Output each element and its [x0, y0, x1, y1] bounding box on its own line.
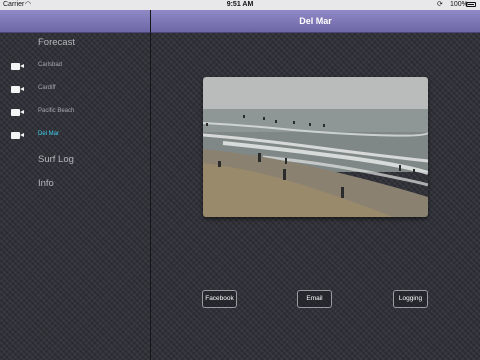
facebook-share-button[interactable]: Facebook	[202, 290, 237, 308]
sidebar-item-del-mar[interactable]: Del Mar	[0, 129, 150, 143]
sidebar-item-label: Pacific Beach	[38, 108, 75, 114]
sidebar-item-label: Cardiff	[38, 85, 56, 91]
logging-button[interactable]: Logging	[393, 290, 428, 308]
email-share-button[interactable]: Email	[297, 290, 332, 308]
video-camera-icon	[11, 109, 25, 116]
video-camera-icon	[11, 86, 25, 93]
sidebar-item-pacific-beach[interactable]: Pacific Beach	[0, 106, 150, 120]
status-bar: Carrier ◠ 9:51 AM ⟳ 100%	[0, 0, 480, 10]
video-camera-icon	[11, 132, 25, 139]
sidebar-item-cardiff[interactable]: Cardiff	[0, 83, 150, 97]
detail-pane: Del Mar Facebook Email Logging	[151, 10, 480, 360]
sidebar-item-label: Del Mar	[38, 131, 60, 137]
battery-icon	[466, 2, 476, 7]
sidebar-item-label: Carlsbad	[38, 62, 63, 68]
sidebar-item-carlsbad[interactable]: Carlsbad	[0, 60, 150, 74]
sidebar: Forecast Carlsbad Cardiff Pacific Beach …	[0, 10, 150, 360]
sidebar-nav-bar	[0, 10, 150, 33]
video-camera-icon	[11, 63, 25, 70]
rotation-lock-icon: ⟳	[437, 1, 443, 8]
sidebar-item-surf-log[interactable]: Surf Log	[38, 154, 74, 165]
surf-cam-image[interactable]	[203, 77, 428, 217]
clock: 9:51 AM	[226, 1, 254, 8]
page-title: Del Mar	[299, 16, 332, 26]
sidebar-item-info[interactable]: Info	[38, 178, 54, 189]
detail-nav-bar: Del Mar	[151, 10, 480, 33]
sidebar-item-forecast[interactable]: Forecast	[38, 37, 75, 48]
